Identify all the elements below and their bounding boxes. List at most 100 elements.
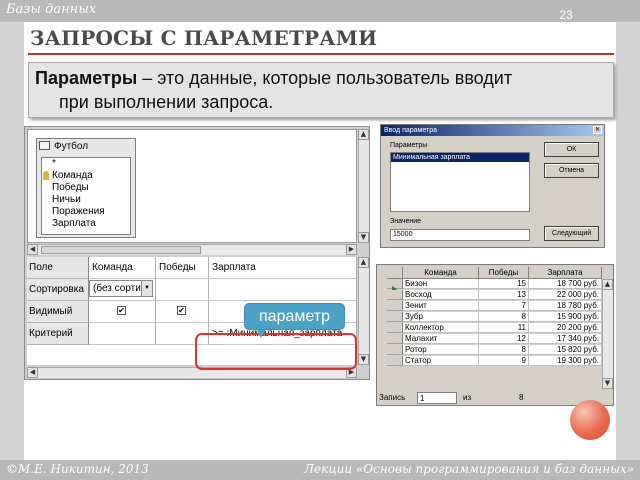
table-cell[interactable]: 9 — [479, 356, 529, 366]
criteria-highlight — [195, 333, 357, 370]
table-cell[interactable]: 17 340 руб. — [529, 334, 602, 344]
param-item-selected[interactable]: Минимальная зарплата — [391, 153, 529, 162]
table-cell[interactable]: Статор — [403, 356, 479, 366]
grid-cell-field[interactable]: Победы — [156, 257, 209, 279]
row-selector[interactable] — [387, 290, 403, 300]
scroll-down-icon[interactable]: ▼ — [358, 232, 369, 243]
column-header[interactable]: Зарплата — [529, 267, 602, 279]
table-cell[interactable]: Зенит — [403, 301, 479, 311]
field-item[interactable]: Команда — [42, 170, 130, 182]
select-all-cell[interactable] — [387, 267, 403, 279]
field-item[interactable]: Ничьи — [42, 194, 130, 206]
scroll-left-icon[interactable]: ◀ — [27, 244, 38, 255]
parameter-callout: параметр — [244, 303, 345, 330]
grid-cell-visible[interactable]: ✔ — [89, 301, 156, 323]
grid-vertical-scrollbar[interactable]: ▲ ▼ — [358, 257, 369, 365]
footer-bar: ©М.Е. Никитин, 2013 Лекции «Основы прогр… — [0, 460, 640, 480]
definition-text: – это данные, которые пользователь вводи… — [137, 68, 513, 88]
sort-combo[interactable]: (без сорти ▼ — [89, 280, 153, 297]
table-cell[interactable]: Зубр — [403, 312, 479, 322]
table-cell[interactable]: 12 — [479, 334, 529, 344]
table-cell[interactable]: 13 — [479, 290, 529, 300]
right-bar — [616, 22, 640, 460]
record-number-input[interactable]: 1 — [417, 392, 457, 404]
scroll-down-icon[interactable]: ▼ — [358, 354, 369, 365]
next-button[interactable]: Следующий — [544, 226, 599, 241]
visible-checkbox[interactable]: ✔ — [177, 306, 186, 315]
visible-checkbox[interactable]: ✔ — [117, 306, 126, 315]
table-cell[interactable]: 15 — [479, 279, 529, 289]
table-cell[interactable]: 11 — [479, 323, 529, 333]
tables-horizontal-scrollbar[interactable]: ◀ ▶ — [27, 244, 357, 255]
record-label: Запись — [379, 393, 406, 402]
row-selector[interactable] — [387, 345, 403, 355]
table-cell[interactable]: Восход — [403, 290, 479, 300]
row-selector[interactable] — [387, 356, 403, 366]
grid-cell-sort[interactable] — [209, 279, 357, 301]
category-label: Базы данных — [6, 2, 97, 17]
grid-cell-sort[interactable]: (без сорти ▼ — [89, 279, 156, 301]
table-cell[interactable]: Малахит — [403, 334, 479, 344]
row-selector-current[interactable] — [387, 279, 403, 292]
table-cell[interactable]: 18 780 руб. — [529, 301, 602, 311]
tables-pane: Футбол * Команда Победы Ничьи Поражения … — [27, 129, 357, 243]
row-label-criteria: Критерий — [27, 323, 89, 345]
scroll-up-icon[interactable]: ▲ — [358, 257, 369, 268]
scroll-left-icon[interactable]: ◀ — [27, 367, 38, 378]
grid-cell-criteria[interactable] — [89, 323, 156, 345]
grid-cell-field[interactable]: Команда — [89, 257, 156, 279]
field-item[interactable]: Зарплата — [42, 218, 130, 230]
dialog-title: Ввод параметра — [381, 125, 604, 136]
value-label: Значение — [390, 218, 422, 225]
table-icon — [39, 141, 50, 150]
table-football[interactable]: Футбол * Команда Победы Ничьи Поражения … — [36, 138, 136, 238]
table-cell[interactable]: 15 900 руб. — [529, 312, 602, 322]
table-cell[interactable]: Бизон — [403, 279, 479, 289]
table-cell[interactable]: 15 820 руб. — [529, 345, 602, 355]
table-cell[interactable]: 18 700 руб. — [529, 279, 602, 289]
scroll-thumb[interactable] — [41, 246, 201, 254]
definition-box: Параметры – это данные, которые пользова… — [28, 62, 614, 118]
table-cell[interactable]: Коллектор — [403, 323, 479, 333]
left-bar — [0, 22, 24, 460]
grid-cell-visible[interactable]: ✔ — [156, 301, 209, 323]
table-cell[interactable]: 22 000 руб. — [529, 290, 602, 300]
row-selector[interactable] — [387, 301, 403, 311]
column-header[interactable]: Победы — [479, 267, 529, 279]
table-header: Футбол — [39, 141, 88, 155]
key-icon — [43, 171, 49, 180]
table-cell[interactable]: 7 — [479, 301, 529, 311]
scroll-right-icon[interactable]: ▶ — [346, 244, 357, 255]
ok-button[interactable]: ОК — [544, 142, 599, 157]
scroll-up-icon[interactable]: ▲ — [602, 279, 613, 290]
field-item[interactable]: Поражения — [42, 206, 130, 218]
row-selector[interactable] — [387, 312, 403, 322]
field-item[interactable]: Победы — [42, 182, 130, 194]
close-icon[interactable]: ✕ — [593, 126, 602, 134]
scroll-up-icon[interactable]: ▲ — [358, 129, 369, 140]
record-total: 8 — [519, 393, 524, 402]
table-cell[interactable]: 8 — [479, 345, 529, 355]
params-label: Параметры — [390, 142, 428, 149]
parameter-dialog: Ввод параметра ✕ Параметры Минимальная з… — [380, 124, 605, 248]
grid-cell-field[interactable]: Зарплата — [209, 257, 357, 279]
chevron-down-icon[interactable]: ▼ — [141, 281, 152, 296]
column-header[interactable]: Команда — [403, 267, 479, 279]
record-of-label: из — [463, 393, 472, 402]
scroll-down-icon[interactable]: ▼ — [602, 378, 613, 389]
value-input[interactable]: 15000 — [390, 229, 530, 241]
row-selector[interactable] — [387, 323, 403, 333]
table-cell[interactable]: 19 300 руб. — [529, 356, 602, 366]
field-item[interactable]: * — [42, 158, 130, 170]
definition-line-1: Параметры – это данные, которые пользова… — [35, 68, 512, 89]
cancel-button[interactable]: Отмена — [544, 163, 599, 178]
table-cell[interactable]: 20 200 руб. — [529, 323, 602, 333]
table-cell[interactable]: 8 — [479, 312, 529, 322]
row-selector[interactable] — [387, 334, 403, 344]
table-cell[interactable]: Ротор — [403, 345, 479, 355]
grid-cell-sort[interactable] — [156, 279, 209, 301]
params-list[interactable]: Минимальная зарплата — [390, 152, 530, 212]
title-underline — [28, 53, 614, 55]
datasheet-vertical-scrollbar[interactable]: ▲ ▼ — [602, 279, 613, 389]
tables-vertical-scrollbar[interactable]: ▲ ▼ — [358, 129, 369, 243]
